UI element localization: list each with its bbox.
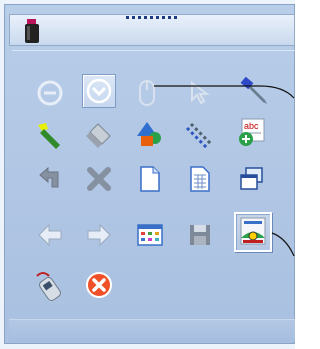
callout-lines (154, 85, 295, 257)
palette-window: abc (0, 0, 295, 349)
